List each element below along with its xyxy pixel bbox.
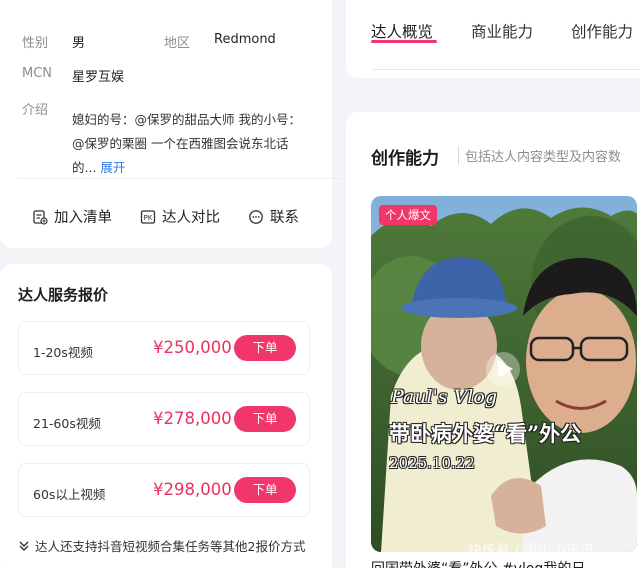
- region-value-wrap: Redmond: [214, 32, 276, 47]
- price-duration: 21-60s视频: [33, 416, 101, 431]
- double-chevron-down-icon: [19, 541, 29, 551]
- add-to-list-label: 加入清单: [54, 210, 112, 226]
- compare-button[interactable]: PK 达人对比: [140, 206, 220, 227]
- contact-label: 联系: [270, 210, 299, 226]
- region-label: 地区: [164, 36, 191, 51]
- contact-button[interactable]: 联系: [248, 206, 299, 227]
- vlog-title-overlay: Paul's Vlog: [391, 386, 497, 408]
- intro-label: 介绍: [22, 103, 49, 118]
- price-row: 60s以上视频 ¥298,000 下单: [18, 463, 310, 517]
- vlog-date-overlay: 2025.10.22: [389, 454, 475, 472]
- add-to-list-button[interactable]: 加入清单: [32, 206, 112, 227]
- mcn-value-wrap: 星罗互娱: [72, 66, 124, 85]
- vlog-subtitle-overlay: 带卧病外婆“看”外公: [389, 421, 582, 446]
- pricing-card: 达人服务报价 1-20s视频 ¥250,000 下单 21-60s视频 ¥278…: [0, 264, 332, 568]
- list-add-icon: [33, 209, 48, 225]
- tab-creation[interactable]: 创作能力: [571, 20, 633, 42]
- price-amount: ¥250,000: [153, 338, 232, 357]
- more-formats-toggle[interactable]: 达人还支持抖音短视频合集任务等其他2报价方式: [18, 536, 305, 555]
- price-row: 1-20s视频 ¥250,000 下单: [18, 321, 310, 375]
- chat-icon: [249, 209, 263, 224]
- creation-subtitle: 包括达人内容类型及内容数: [458, 146, 621, 165]
- mcn-field: MCN: [22, 66, 52, 81]
- mcn-label: MCN: [22, 66, 53, 81]
- active-tab-indicator: [371, 40, 437, 43]
- intro-expand-link[interactable]: 展开: [100, 160, 125, 175]
- tabs-section-edge: [373, 69, 640, 70]
- gender-value-wrap: 男: [72, 32, 85, 51]
- gender-value: 男: [72, 36, 86, 51]
- mcn-link[interactable]: 星罗互娱: [72, 70, 124, 85]
- order-button[interactable]: 下单: [234, 477, 296, 503]
- intro-field: 介绍: [22, 99, 48, 118]
- tab-overview[interactable]: 达人概览: [371, 20, 433, 42]
- order-button[interactable]: 下单: [234, 406, 296, 432]
- price-duration: 1-20s视频: [33, 345, 93, 360]
- price-amount: ¥298,000: [153, 480, 232, 499]
- price-amount: ¥278,000: [153, 409, 232, 428]
- creation-title: 创作能力: [371, 149, 439, 169]
- region-value: Redmond: [214, 32, 276, 47]
- order-button[interactable]: 下单: [234, 335, 296, 361]
- hot-post-badge: 个人爆文: [379, 205, 437, 225]
- watermark-text: 快传号 / 周小小识识: [468, 543, 594, 559]
- gender-label: 性别: [22, 36, 49, 51]
- play-icon: [486, 352, 520, 386]
- video-thumbnail[interactable]: 个人爆文 Paul's Vlog 带卧病外婆“看”外公 2025.10.22: [371, 196, 637, 552]
- more-formats-label: 达人还支持抖音短视频合集任务等其他2报价方式: [35, 539, 306, 554]
- gender-field: 性别: [22, 32, 48, 51]
- price-row: 21-60s视频 ¥278,000 下单: [18, 392, 310, 446]
- svg-text:PK: PK: [144, 214, 153, 222]
- compare-icon: PK: [140, 209, 156, 224]
- pricing-title: 达人服务报价: [18, 286, 109, 304]
- price-duration: 60s以上视频: [33, 487, 106, 502]
- compare-label: 达人对比: [162, 210, 220, 226]
- intro-text-block: 媳妇的号：@保罗的甜品大师 我的小号：@保罗的栗圈 一个在西雅图会说东北话的..…: [72, 108, 312, 180]
- tab-business[interactable]: 商业能力: [471, 20, 533, 42]
- region-field: 地区: [164, 32, 190, 51]
